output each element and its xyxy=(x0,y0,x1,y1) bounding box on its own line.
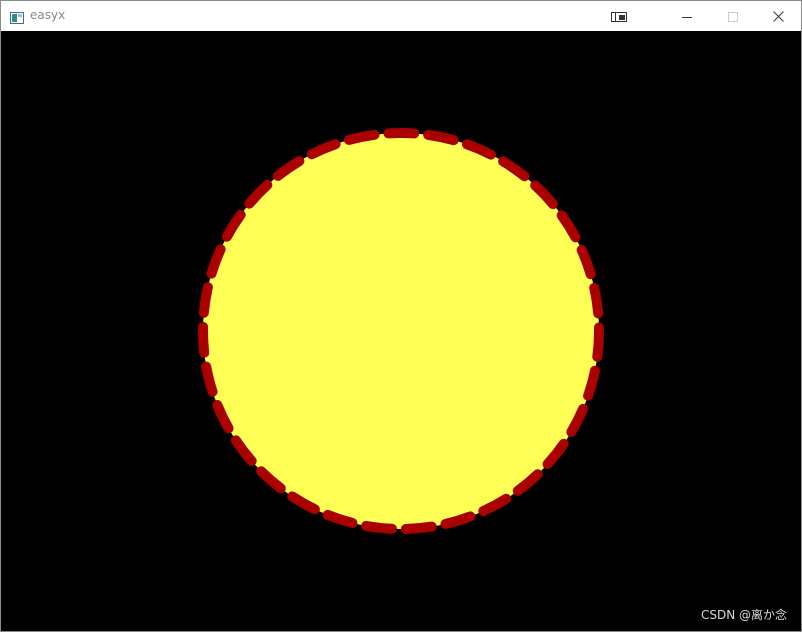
title-bar[interactable]: easyx xyxy=(1,1,801,31)
drawing-canvas[interactable]: CSDN @离か念 xyxy=(1,31,801,631)
minimize-button[interactable] xyxy=(664,1,710,31)
close-button[interactable] xyxy=(755,1,801,31)
close-icon xyxy=(772,7,784,26)
watermark-text: CSDN @离か念 xyxy=(700,608,787,622)
filled-circle xyxy=(198,128,604,534)
app-window: easyx CSDN @离か念 xyxy=(0,0,802,632)
canvas-svg xyxy=(198,128,604,534)
minimize-icon xyxy=(682,7,692,26)
maximize-icon xyxy=(728,7,738,26)
maximize-button[interactable] xyxy=(710,1,756,31)
app-window-icon xyxy=(10,9,24,24)
picture-in-picture-icon[interactable] xyxy=(610,9,628,23)
window-title: easyx xyxy=(30,8,66,22)
